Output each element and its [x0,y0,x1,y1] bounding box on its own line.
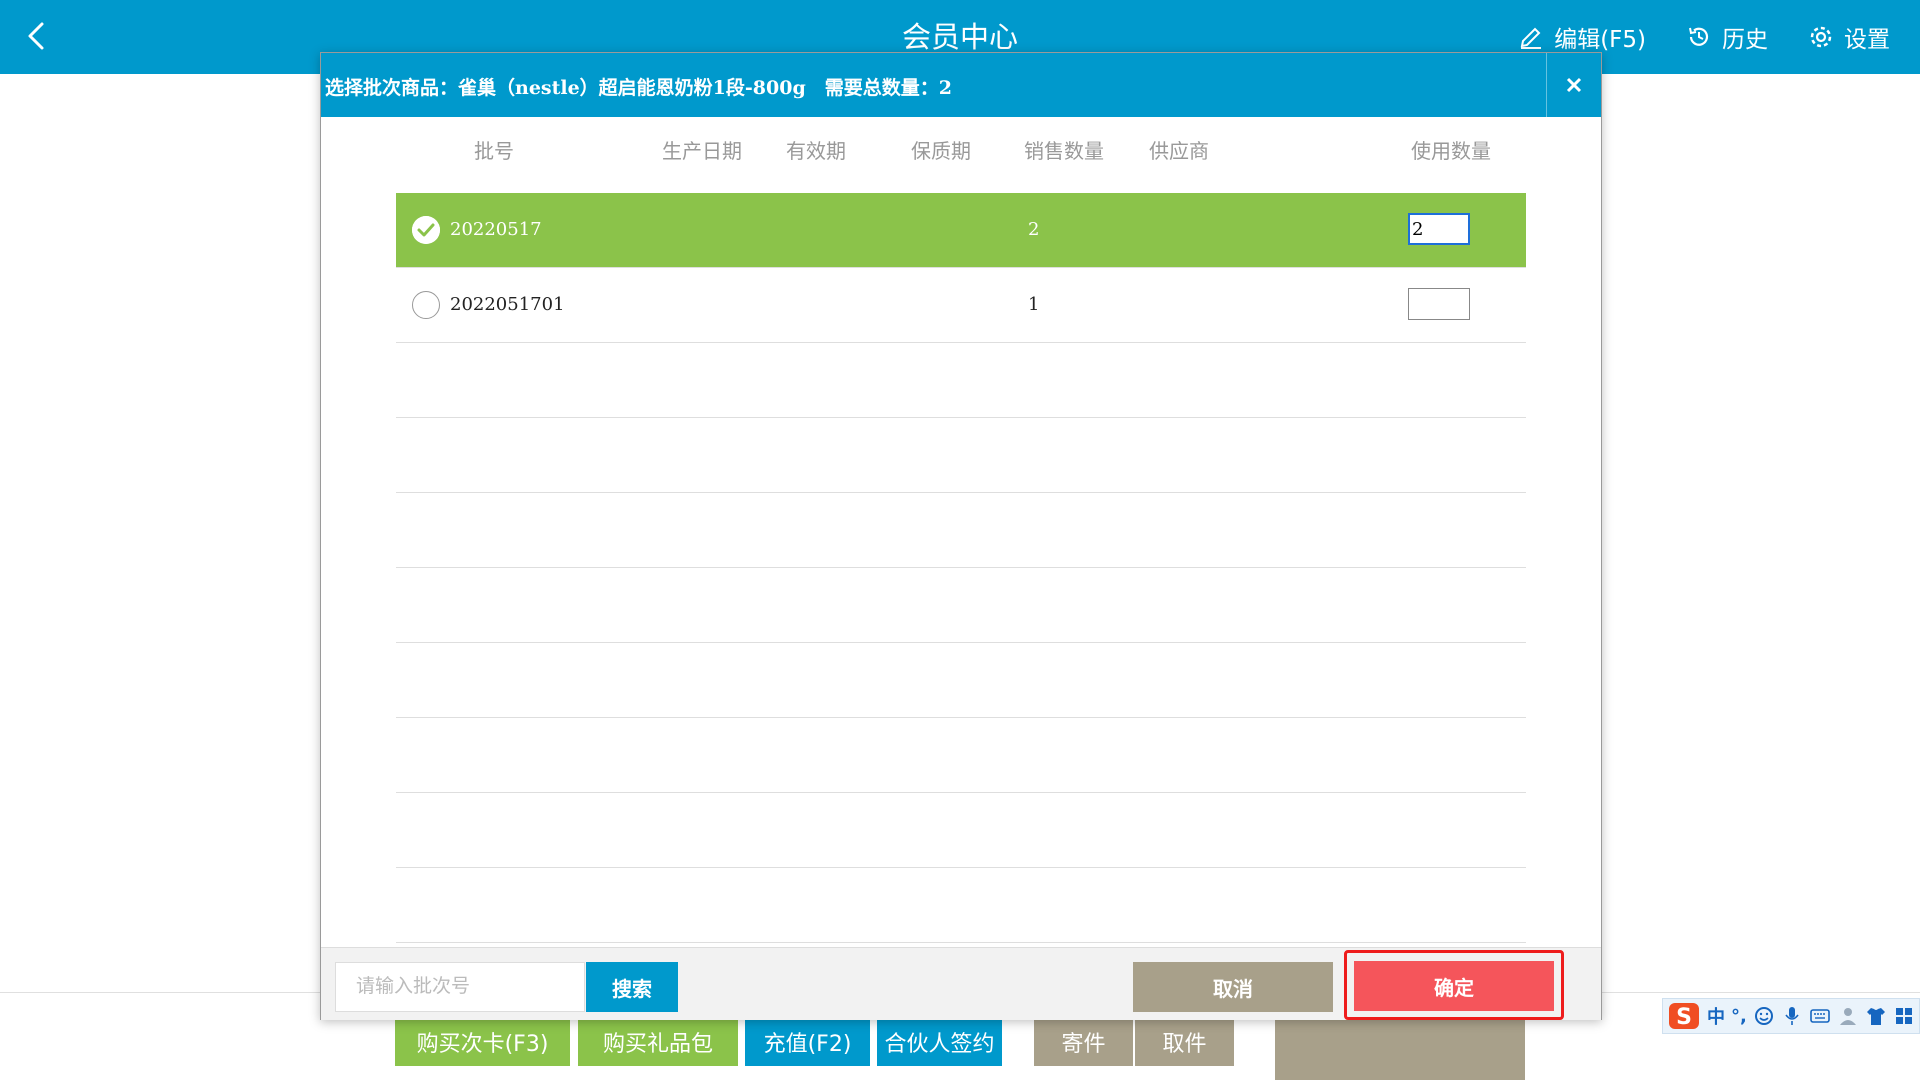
send-item-button[interactable]: 寄件 [1034,1018,1133,1066]
settings-label: 设置 [1844,27,1890,53]
batch-select-dialog: 选择批次商品：雀巢（nestle）超启能恩奶粉1段-800g 需要总数量：2 批… [320,52,1602,1020]
empty-row [396,418,1526,493]
table-row[interactable]: 2022051701 1 [396,268,1526,343]
batch-search-input[interactable] [335,962,585,1012]
pick-item-button[interactable]: 取件 [1135,1018,1234,1066]
buy-gift-pack-button[interactable]: 购买礼品包 [578,1018,738,1066]
empty-row [396,493,1526,568]
table-row[interactable]: 20220517 2 [396,193,1526,268]
ime-punctuation[interactable]: °, [1731,1006,1747,1027]
partner-sign-button[interactable]: 合伙人签约 [877,1018,1002,1066]
skin-shirt-icon[interactable] [1865,1005,1887,1027]
column-header-sold-qty: 销售数量 [1024,139,1104,163]
cancel-button[interactable]: 取消 [1133,962,1333,1012]
ime-mode[interactable]: 中 [1707,1003,1725,1029]
empty-row [396,793,1526,868]
radio-circle-icon[interactable] [412,291,440,319]
empty-row [396,718,1526,793]
sogou-logo-icon: S [1669,1003,1699,1030]
column-header-batch: 批号 [474,139,514,163]
sold-quantity: 1 [1028,294,1040,315]
history-label: 历史 [1722,27,1768,53]
dialog-footer: 搜索 取消 确定 [321,947,1601,1020]
settings-button[interactable]: 设置 [1808,20,1890,54]
top-actions: 编辑(F5) 历史 设置 [1518,20,1890,54]
grid-menu-icon[interactable] [1893,1005,1915,1027]
keyboard-icon[interactable] [1809,1005,1831,1027]
dialog-title: 选择批次商品：雀巢（nestle）超启能恩奶粉1段-800g 需要总数量：2 [325,77,952,99]
column-header-shelf-life: 保质期 [911,139,971,163]
edit-label: 编辑(F5) [1554,27,1646,53]
empty-row [396,343,1526,418]
search-button[interactable]: 搜索 [586,962,678,1012]
close-button[interactable] [1546,53,1601,117]
check-circle-icon[interactable] [412,216,440,244]
edit-button[interactable]: 编辑(F5) [1518,20,1646,54]
svg-text:S: S [1676,1005,1692,1030]
column-header-use-qty: 使用数量 [1411,139,1491,163]
confirm-button[interactable]: 确定 [1354,961,1554,1011]
empty-row [396,568,1526,643]
emoji-icon[interactable] [1753,1005,1775,1027]
recharge-button[interactable]: 充值(F2) [745,1018,870,1066]
empty-row [396,643,1526,718]
buy-times-card-button[interactable]: 购买次卡(F3) [395,1018,570,1066]
column-header-supplier: 供应商 [1149,139,1209,163]
use-quantity-input[interactable] [1408,213,1470,245]
pencil-icon [1520,27,1542,49]
gear-icon [1810,26,1832,48]
batch-number: 2022051701 [450,294,565,315]
history-icon [1689,27,1709,46]
use-quantity-input[interactable] [1408,288,1470,320]
batch-number: 20220517 [450,219,542,240]
microphone-icon[interactable] [1781,1005,1803,1027]
empty-row [396,868,1526,943]
column-header-production-date: 生产日期 [662,139,742,163]
user-icon[interactable] [1837,1005,1859,1027]
column-header-expiry: 有效期 [786,139,846,163]
confirm-highlight: 确定 [1344,950,1564,1020]
ime-toolbar[interactable]: S 中 °, [1662,998,1920,1034]
history-button[interactable]: 历史 [1686,20,1768,54]
sold-quantity: 2 [1028,219,1040,240]
dialog-header: 选择批次商品：雀巢（nestle）超启能恩奶粉1段-800g 需要总数量：2 [321,53,1601,117]
cancel-member-button[interactable] [1275,1018,1525,1080]
close-icon [1566,77,1582,93]
